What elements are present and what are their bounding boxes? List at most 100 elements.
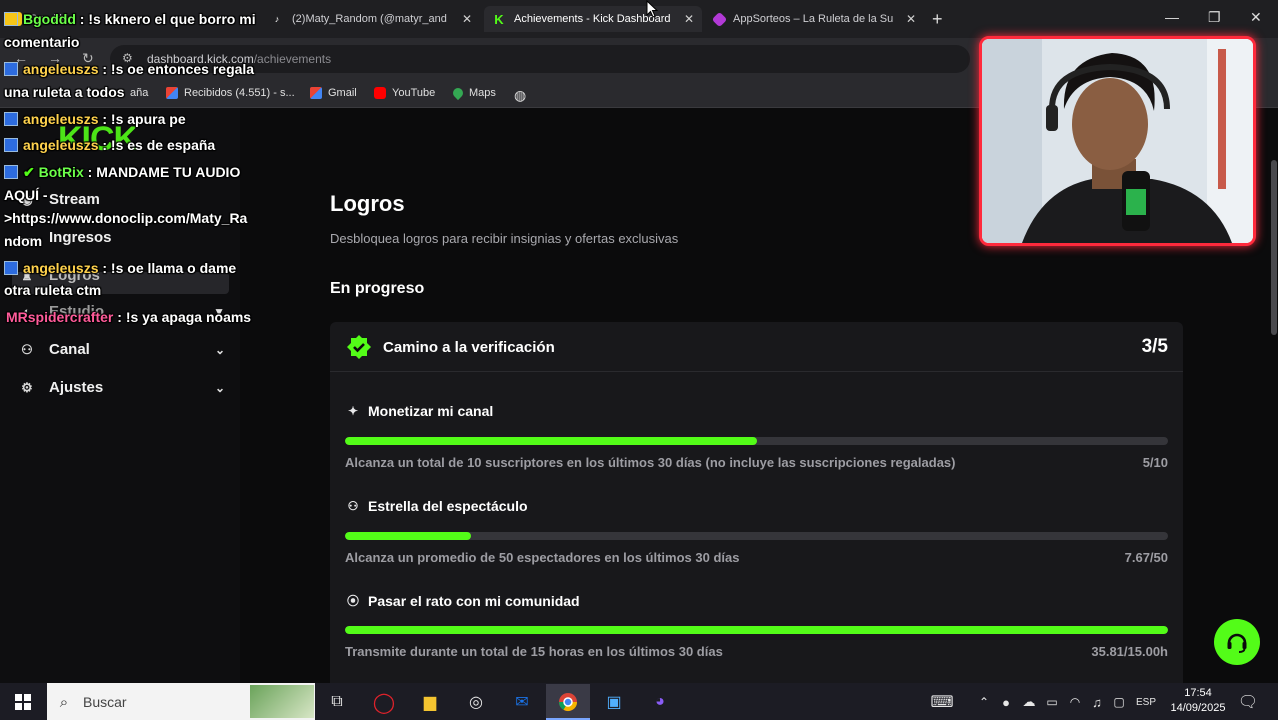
language-indicator[interactable]: ESP <box>1133 690 1159 714</box>
opera-icon[interactable]: ◯ <box>372 690 396 714</box>
chat-text: : !s oe llama o dame <box>102 260 237 276</box>
minimize-icon[interactable]: — <box>1165 9 1179 25</box>
display-icon[interactable]: ▢ <box>1107 690 1131 714</box>
chat-platform-icon <box>4 12 18 26</box>
onedrive-icon[interactable]: ☁ <box>1017 690 1041 714</box>
chat-message: angeleuszs : !s apura pe <box>4 111 186 127</box>
store-icon[interactable]: ▣ <box>602 690 626 714</box>
mouse-cursor-icon <box>646 0 658 18</box>
chat-text: : !s oe entonces regala <box>102 61 255 77</box>
obs-icon[interactable]: ◎ <box>464 690 488 714</box>
progress-bar <box>345 437 1168 445</box>
windows-logo-icon <box>15 694 31 710</box>
gmail-icon <box>166 87 178 99</box>
microphone-icon[interactable]: ● <box>994 690 1018 714</box>
tab-achievements[interactable]: K Achievements - Kick Dashboard ✕ <box>484 6 702 32</box>
card-title: Camino a la verificación <box>383 339 555 356</box>
bookmark-label: YouTube <box>392 87 436 99</box>
volume-icon[interactable]: ♫ <box>1085 690 1109 714</box>
achievement-description: Alcanza un promedio de 50 espectadores e… <box>345 550 740 565</box>
kick-chat-icon <box>4 138 18 152</box>
support-chat-button[interactable] <box>1214 619 1260 665</box>
progress-bar <box>345 626 1168 634</box>
page-title: Logros <box>330 191 405 216</box>
chat-text: : !s kknero el que borro mi <box>79 11 256 27</box>
close-icon[interactable]: ✕ <box>684 12 694 26</box>
progress-bar-fill <box>345 437 757 445</box>
close-window-icon[interactable]: ✕ <box>1250 9 1262 26</box>
bookmark-item[interactable]: aña <box>130 87 148 99</box>
new-tab-button[interactable]: + <box>932 9 943 30</box>
bookmark-gmail-inbox[interactable]: Recibidos (4.551) - s... <box>166 87 295 99</box>
sidebar-item-label: Ajustes <box>49 379 104 396</box>
achievement-description: Alcanza un total de 10 suscriptores en l… <box>345 455 956 470</box>
task-view-icon[interactable]: ⧉ <box>325 690 349 714</box>
chat-username: angeleuszs <box>23 260 99 276</box>
page-subtitle: Desbloquea logros para recibir insignias… <box>330 231 679 246</box>
tiktok-icon: ♪ <box>274 14 280 24</box>
wifi-icon[interactable]: ◠ <box>1063 690 1087 714</box>
chevron-down-icon: ⌄ <box>214 342 225 357</box>
bookmark-label: Gmail <box>328 87 357 99</box>
battery-icon[interactable]: ▭ <box>1040 690 1064 714</box>
progress-bar <box>345 532 1168 540</box>
appsorteos-icon <box>711 11 728 27</box>
chat-message-continued: otra ruleta ctm <box>4 282 102 298</box>
achievement-title-text: Pasar el rato con mi comunidad <box>368 592 580 609</box>
search-icon: ⌕ <box>59 693 69 711</box>
chevron-down-icon: ⌄ <box>214 380 225 395</box>
discord-icon[interactable]: ◕ <box>648 690 672 714</box>
bookmark-youtube[interactable]: YouTube <box>374 87 435 99</box>
windows-start-icon[interactable] <box>11 690 35 714</box>
sidebar-item-stream[interactable]: ◉ Stream <box>20 191 225 208</box>
chat-message-continued: AQUÍ - <box>4 187 48 203</box>
chat-text: : !s apura pe <box>102 111 186 127</box>
bookmark-label: Maps <box>469 87 496 99</box>
chat-message-continued: ndom <box>4 233 43 249</box>
chat-message: angeleuszs : !s oe entonces regala <box>4 61 254 77</box>
achievement-description: Transmite durante un total de 15 horas e… <box>345 644 723 659</box>
achievement-title-text: Monetizar mi canal <box>368 403 494 419</box>
sidebar-item-ajustes[interactable]: ⚙ Ajustes ⌄ <box>20 379 225 396</box>
file-explorer-icon[interactable]: ▆ <box>418 690 442 714</box>
achievement-title: ⚇ Estrella del espectáculo <box>346 498 528 514</box>
achievement-title: ⦿ Pasar el rato con mi comunidad <box>346 592 580 609</box>
clock-time: 17:54 <box>1184 687 1212 699</box>
broadcast-icon: ⦿ <box>346 594 359 608</box>
url-path: /achievements <box>253 52 332 66</box>
notifications-icon[interactable]: 🗨 <box>1236 690 1260 714</box>
maps-icon <box>450 85 466 101</box>
chat-username: angeleuszs <box>23 137 99 153</box>
kick-chat-icon <box>4 261 18 275</box>
bookmark-maps[interactable]: Maps <box>450 85 496 101</box>
sidebar-item-ingresos[interactable]: ▬ Ingresos <box>20 229 225 246</box>
restore-icon[interactable]: ❐ <box>1208 9 1221 26</box>
kick-icon: K <box>494 11 504 27</box>
clock-date: 14/09/2025 <box>1170 702 1226 714</box>
kick-chat-icon <box>4 62 18 76</box>
chat-message: angeleuszs : !s oe llama o dame <box>4 260 236 276</box>
screen: Bgoddd ♪ (2)Maty_Random (@matyr_and ✕ K … <box>0 0 1278 720</box>
chat-username: MRspidercrafter <box>6 309 114 325</box>
scrollbar-thumb[interactable] <box>1271 160 1277 335</box>
chat-text: : MANDAME TU AUDIO <box>87 164 241 180</box>
tab-title: (2)Maty_Random (@matyr_and <box>292 13 447 25</box>
users-icon: ⚇ <box>21 341 33 357</box>
achievement-title-text: Estrella del espectáculo <box>368 498 528 514</box>
outlook-icon[interactable]: ✉ <box>510 690 534 714</box>
close-icon[interactable]: ✕ <box>906 12 916 26</box>
keyboard-icon[interactable]: ⌨ <box>930 690 954 714</box>
taskbar-clock[interactable]: 17:54 14/09/2025 <box>1168 686 1228 716</box>
chat-message-continued: >https://www.donoclip.com/Maty_Ra <box>4 210 248 226</box>
globe-icon[interactable]: ◍ <box>514 87 526 104</box>
tab-tiktok[interactable]: ♪ (2)Maty_Random (@matyr_and ✕ <box>262 6 480 32</box>
sidebar-item-canal[interactable]: ⚇ Canal ⌄ <box>20 341 225 358</box>
bookmark-gmail[interactable]: Gmail <box>310 87 357 99</box>
close-icon[interactable]: ✕ <box>462 12 472 26</box>
achievement-value: 35.81/15.00h <box>1091 644 1168 659</box>
youtube-icon <box>374 87 386 99</box>
show-hidden-icons[interactable]: ⌃ <box>972 690 996 714</box>
gmail-icon <box>310 87 322 99</box>
chrome-icon[interactable] <box>556 690 580 714</box>
tab-appsorteos[interactable]: AppSorteos – La Ruleta de la Su ✕ <box>706 6 924 32</box>
